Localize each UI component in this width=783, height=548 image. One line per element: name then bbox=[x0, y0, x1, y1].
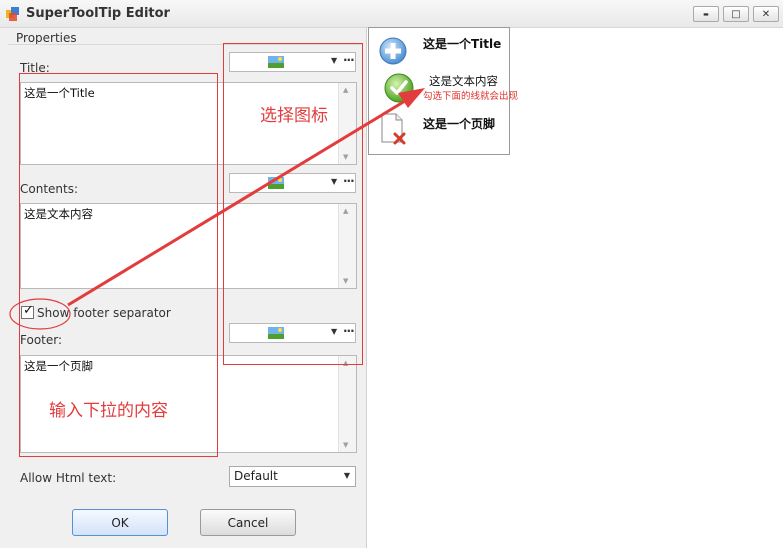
preview-annotation-note: 勾选下面的线就会出现 bbox=[423, 91, 519, 102]
ok-button-label: OK bbox=[111, 515, 129, 530]
preview-title: 这是一个Title bbox=[423, 37, 502, 51]
minimize-button[interactable]: ▬ bbox=[693, 6, 719, 22]
page-x-icon bbox=[381, 113, 406, 145]
chevron-down-icon: ▼ bbox=[343, 471, 350, 480]
allow-html-label: Allow Html text: bbox=[20, 471, 117, 485]
title-bar[interactable]: SuperToolTip Editor ▬ □ ✕ bbox=[0, 0, 783, 28]
cancel-button-label: Cancel bbox=[227, 515, 269, 530]
maximize-icon: □ bbox=[731, 8, 741, 20]
tooltip-preview: 这是一个Title 这是文本内容 勾选下面的线就会出现 这是一个页脚 bbox=[368, 27, 518, 155]
ok-button[interactable]: OK bbox=[72, 509, 168, 536]
editor-window: SuperToolTip Editor ▬ □ ✕ Properties Tit… bbox=[0, 0, 783, 548]
select-icon-annotation: 选择图标 bbox=[260, 106, 328, 126]
properties-group-label: Properties bbox=[16, 31, 77, 45]
allow-html-value: Default bbox=[234, 469, 278, 483]
enter-dropdown-annotation: 输入下拉的内容 bbox=[49, 401, 168, 421]
app-icon bbox=[6, 7, 19, 21]
cancel-button[interactable]: Cancel bbox=[200, 509, 296, 536]
close-icon: ✕ bbox=[761, 8, 771, 20]
icon-selection-highlight bbox=[223, 43, 363, 365]
plus-icon bbox=[379, 37, 407, 65]
minimize-icon: ▬ bbox=[703, 10, 709, 18]
window-title: SuperToolTip Editor bbox=[26, 6, 170, 21]
maximize-button[interactable]: □ bbox=[723, 6, 749, 22]
allow-html-select[interactable]: Default ▼ bbox=[229, 466, 356, 487]
preview-content: 这是文本内容 bbox=[429, 74, 498, 88]
footer-scrollbar[interactable]: ▲ ▼ bbox=[338, 356, 356, 452]
check-icon bbox=[384, 73, 414, 103]
close-button[interactable]: ✕ bbox=[753, 6, 779, 22]
preview-footer: 这是一个页脚 bbox=[423, 117, 496, 131]
